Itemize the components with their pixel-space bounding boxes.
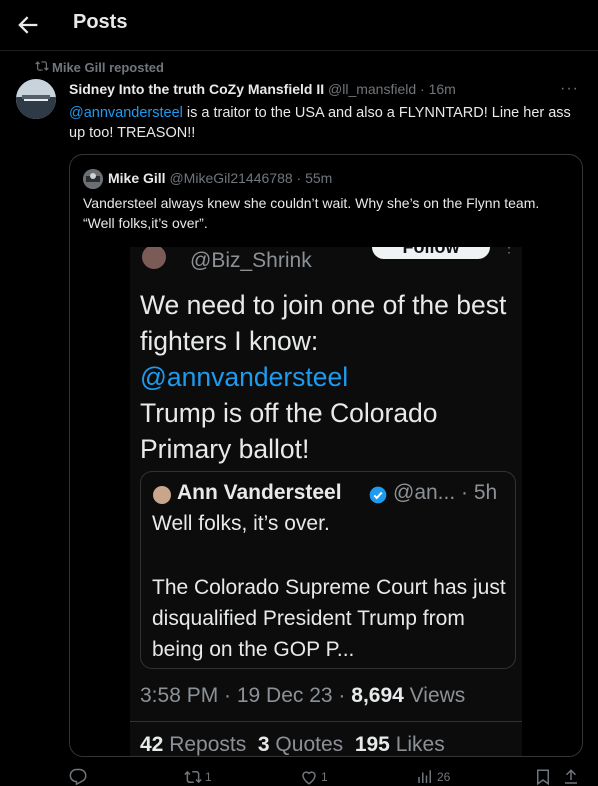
post-author-row: Sidney Into the truth CoZy Mansfield II … xyxy=(69,81,456,97)
media-divider xyxy=(130,721,522,722)
media-mention: @annvandersteel xyxy=(140,362,349,392)
views-icon xyxy=(418,770,431,783)
media-body-line1: We need to join one of the best fighters… xyxy=(140,290,507,356)
inner-quote-name: Ann Vandersteel xyxy=(177,481,342,504)
bookmark-button[interactable] xyxy=(534,768,552,786)
media-likes-count: 195 xyxy=(354,733,390,756)
inner-quote-line1: Well folks, it’s over. xyxy=(152,512,330,535)
quoted-post-card[interactable]: Mike Gill @MikeGil21446788 · 55m Vanders… xyxy=(69,154,583,757)
bookmark-icon xyxy=(537,769,549,786)
repost-icon xyxy=(35,61,49,71)
reply-button[interactable] xyxy=(69,768,90,786)
quoted-author-avatar xyxy=(83,169,103,189)
more-options-button[interactable]: ··· xyxy=(560,80,586,98)
avatar-image xyxy=(16,79,56,119)
media-reposts-count: 42 xyxy=(140,733,164,756)
mention-link[interactable]: @annvandersteel xyxy=(69,105,183,121)
post-action-bar: 1 1 26 xyxy=(0,764,598,786)
media-views-label: Views xyxy=(403,684,466,707)
quoted-author-handle: @MikeGil21446788 xyxy=(169,170,293,186)
media-avatar xyxy=(142,247,166,269)
like-count: 1 xyxy=(321,770,328,784)
media-reposts-label: Reposts xyxy=(163,733,247,756)
media-views-count: 8,694 xyxy=(351,684,404,707)
author-avatar[interactable] xyxy=(16,79,56,119)
post-time[interactable]: 16m xyxy=(429,81,456,97)
media-inner-quote: Ann Vandersteel @an... · 5h Well folks, … xyxy=(140,471,516,669)
dot-separator: · xyxy=(420,81,425,97)
inner-quote-avatar xyxy=(153,486,171,504)
repost-action-icon xyxy=(184,770,202,784)
repost-label: Mike Gill reposted xyxy=(52,60,164,75)
media-more-icon: ⋮ xyxy=(502,247,516,255)
top-header: Posts xyxy=(0,0,598,50)
quoted-time: 55m xyxy=(305,170,333,186)
media-likes-label: Likes xyxy=(389,733,445,756)
inner-quote-handle-time: @an... · 5h xyxy=(393,481,497,505)
heart-icon xyxy=(302,771,316,785)
quoted-media-image[interactable]: @Biz_Shrink Follow ⋮ We need to join one… xyxy=(130,247,522,756)
more-icon: ··· xyxy=(560,80,579,97)
quoted-avatar-image xyxy=(83,169,103,189)
page-title: Posts xyxy=(73,11,128,33)
share-button[interactable] xyxy=(562,768,580,786)
back-button[interactable] xyxy=(14,11,42,39)
views-button[interactable]: 26 xyxy=(416,768,450,786)
verified-badge-icon xyxy=(369,486,387,504)
header-divider xyxy=(0,50,598,51)
post-text: @annvandersteel is a traitor to the USA … xyxy=(69,103,579,143)
dot-separator: · xyxy=(461,481,469,504)
media-body-line2: Trump is off the Colorado Primary ballot… xyxy=(140,398,438,464)
reply-icon xyxy=(69,768,87,786)
arrow-left-icon xyxy=(18,16,38,34)
repost-button[interactable]: 1 xyxy=(184,768,212,786)
dot-separator: · xyxy=(296,170,302,186)
media-stats: 42 Reposts 3 Quotes 195 Likes xyxy=(140,733,445,756)
inner-quote-time: 5h xyxy=(473,481,498,504)
media-handle: @Biz_Shrink xyxy=(190,249,312,272)
media-quotes-label: Quotes xyxy=(269,733,344,756)
media-timestamp: 3:58 PM · 19 Dec 23 · 8,694 Views xyxy=(140,684,465,708)
inner-quote-paragraph: The Colorado Supreme Court has just disq… xyxy=(152,576,506,661)
repost-count: 1 xyxy=(205,770,212,784)
views-count: 26 xyxy=(437,770,451,784)
share-icon xyxy=(565,769,577,784)
media-body: We need to join one of the best fighters… xyxy=(140,287,510,467)
quoted-text: Vandersteel always knew she couldn’t wai… xyxy=(83,195,540,231)
quoted-author-row: Mike Gill @MikeGil21446788 · 55m xyxy=(108,170,332,186)
media-quotes-count: 3 xyxy=(257,733,270,756)
quoted-author-name: Mike Gill xyxy=(108,170,166,186)
inner-quote-handle: @an... xyxy=(393,481,456,504)
like-button[interactable]: 1 xyxy=(300,768,328,786)
author-handle[interactable]: @ll_mansfield xyxy=(328,81,416,97)
author-name[interactable]: Sidney Into the truth CoZy Mansfield II xyxy=(69,81,324,97)
media-time: 3:58 PM · 19 Dec 23 · xyxy=(140,684,352,707)
media-follow-button: Follow xyxy=(372,247,490,259)
